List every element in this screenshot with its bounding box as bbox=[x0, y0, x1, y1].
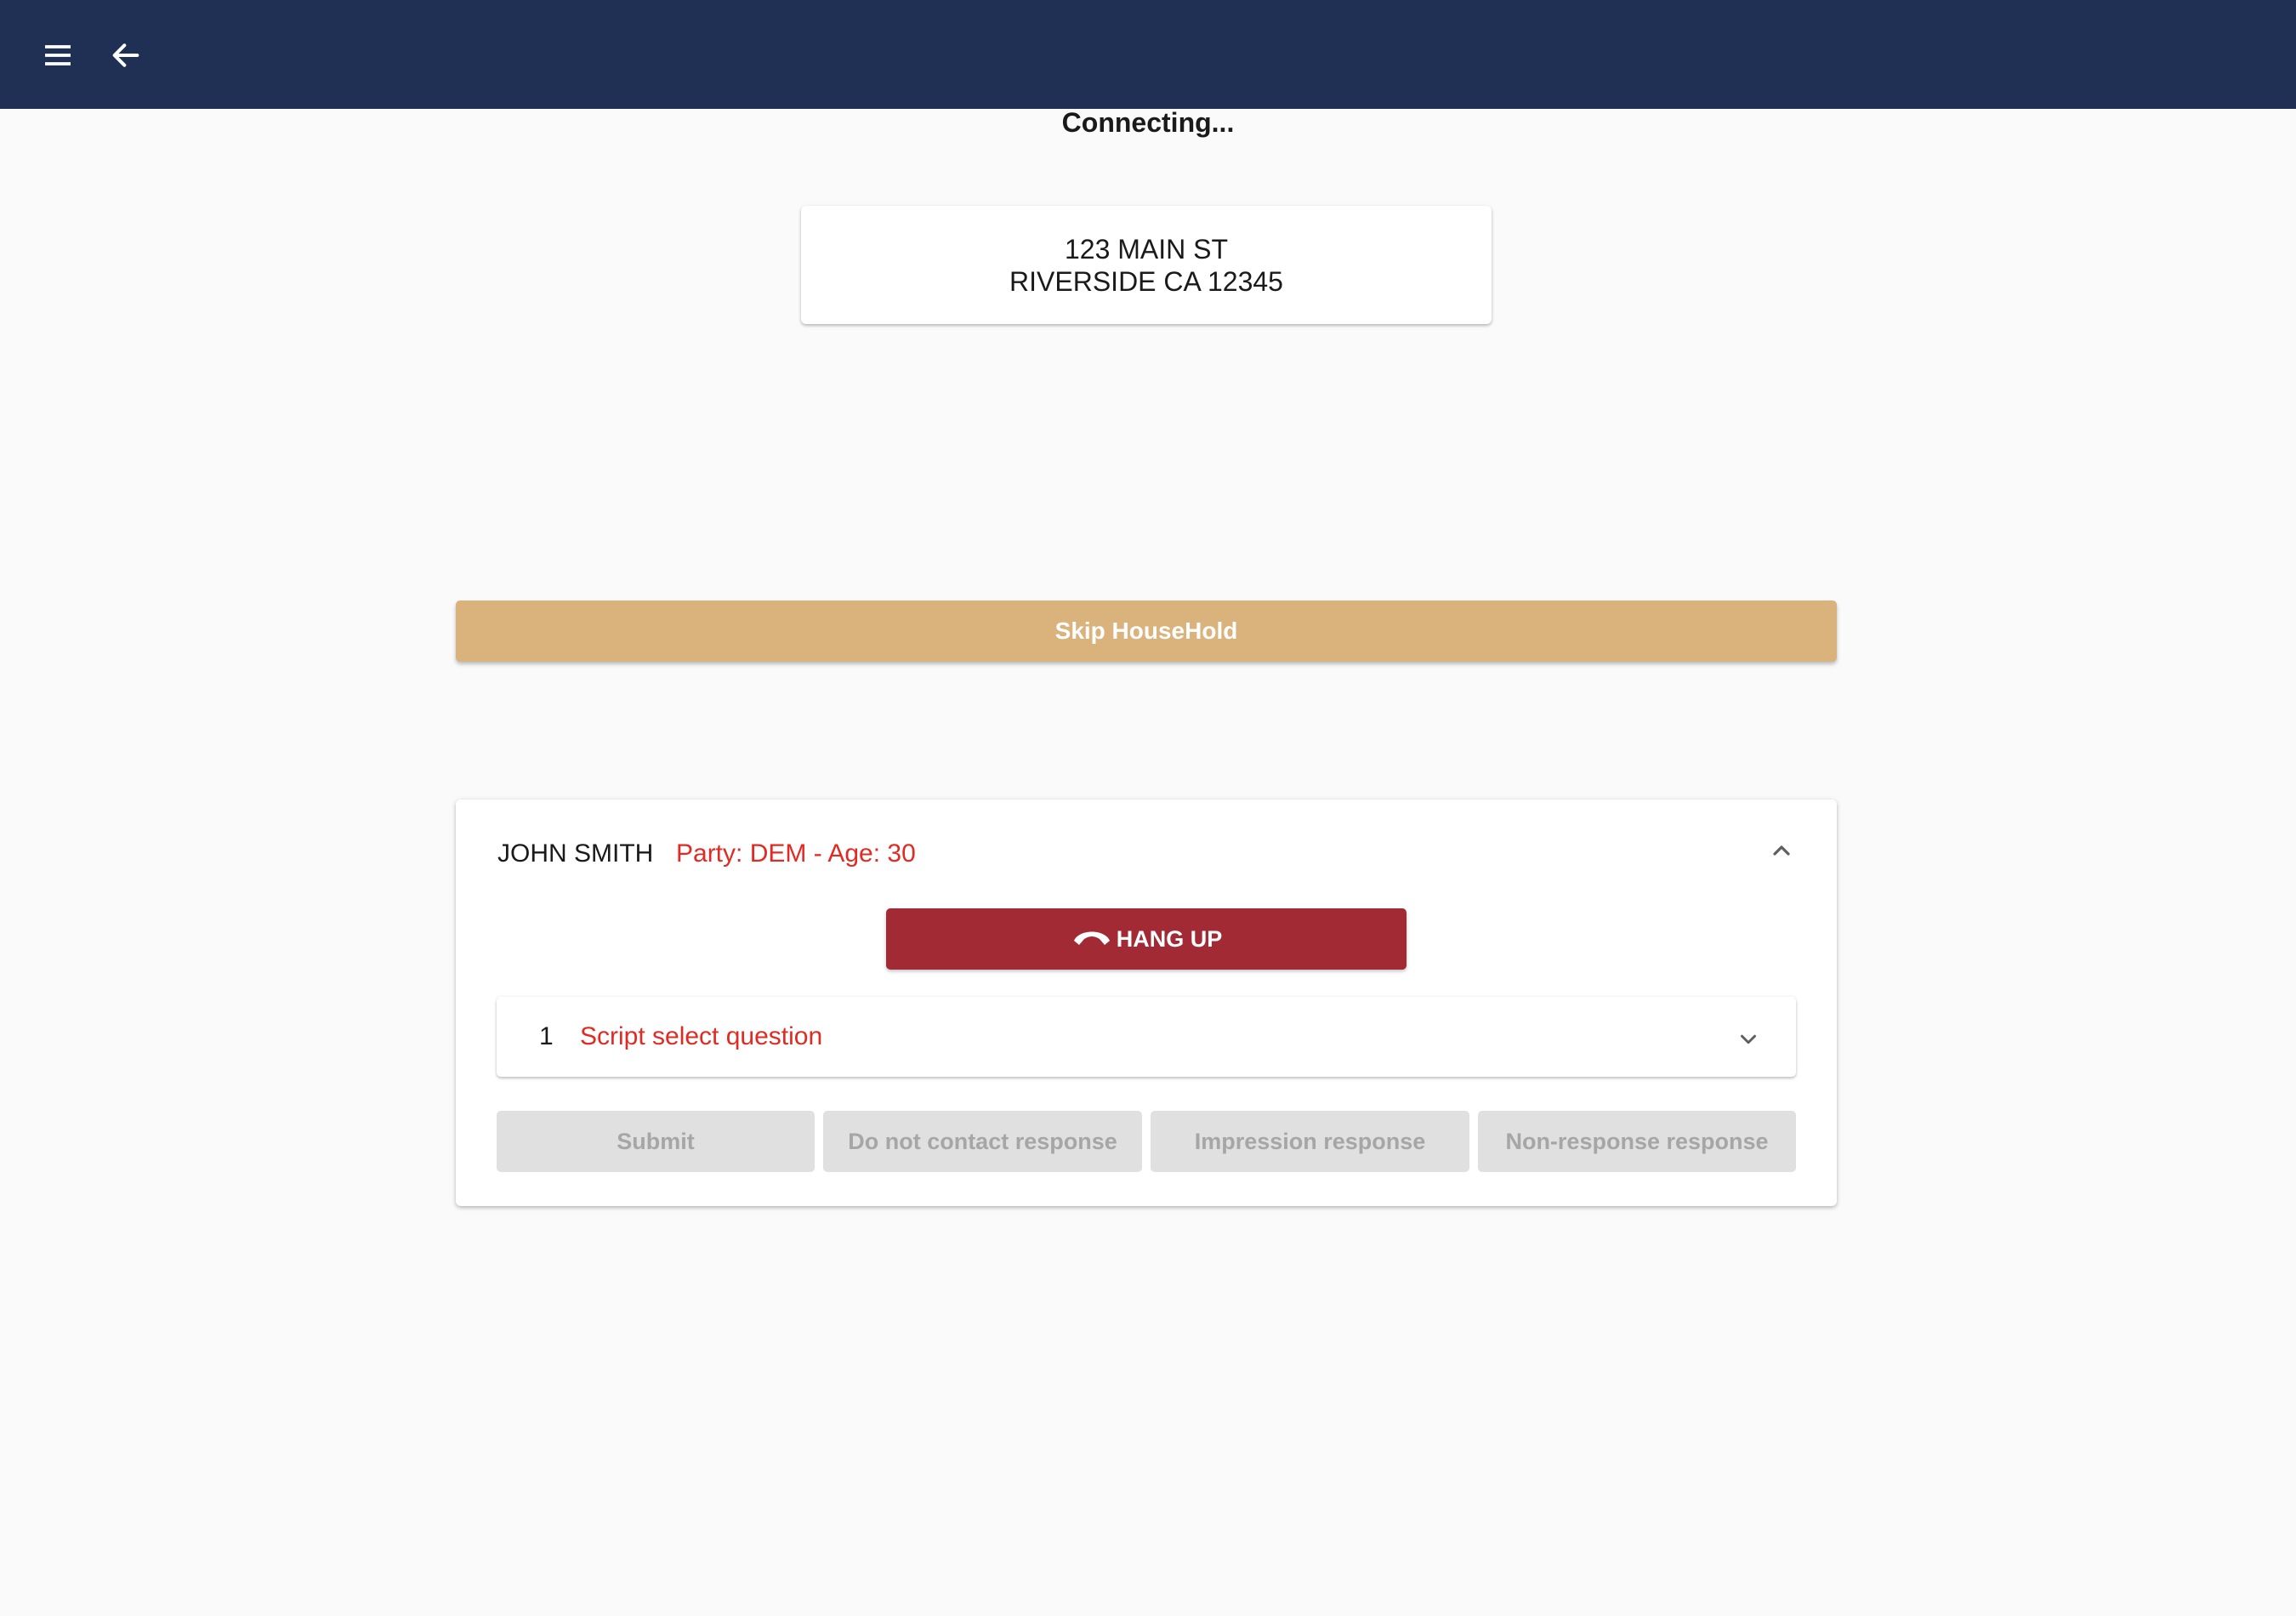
arrow-back-icon[interactable] bbox=[96, 26, 156, 85]
address-line-1: 123 MAIN ST bbox=[1064, 233, 1229, 265]
submit-button[interactable]: Submit bbox=[497, 1111, 815, 1172]
address-card: 123 MAIN ST RIVERSIDE CA 12345 bbox=[801, 206, 1492, 324]
skip-household-button[interactable]: Skip HouseHold bbox=[456, 600, 1837, 662]
do-not-contact-button[interactable]: Do not contact response bbox=[823, 1111, 1142, 1172]
menu-icon[interactable] bbox=[28, 26, 88, 85]
non-response-button[interactable]: Non-response response bbox=[1478, 1111, 1796, 1172]
script-question-panel[interactable]: 1 Script select question bbox=[497, 997, 1796, 1077]
chevron-down-icon[interactable] bbox=[1731, 1022, 1765, 1056]
voter-card: JOHN SMITH Party: DEM - Age: 30 HANG UP … bbox=[456, 799, 1837, 1206]
response-actions: Submit Do not contact response Impressio… bbox=[497, 1111, 1796, 1172]
connection-status: Connecting... bbox=[1061, 107, 1235, 138]
question-text: Script select question bbox=[580, 1022, 823, 1050]
voter-name: JOHN SMITH bbox=[497, 839, 654, 868]
address-line-2: RIVERSIDE CA 12345 bbox=[1009, 265, 1283, 297]
voter-party-age: Party: DEM - Age: 30 bbox=[676, 839, 916, 868]
hang-up-button[interactable]: HANG UP bbox=[886, 908, 1407, 970]
question-number: 1 bbox=[539, 1022, 554, 1050]
phone-hangup-icon bbox=[1071, 924, 1113, 955]
impression-response-button[interactable]: Impression response bbox=[1151, 1111, 1469, 1172]
app-bar bbox=[0, 0, 2296, 109]
chevron-up-icon[interactable] bbox=[1760, 834, 1803, 868]
hang-up-label: HANG UP bbox=[1116, 925, 1223, 952]
